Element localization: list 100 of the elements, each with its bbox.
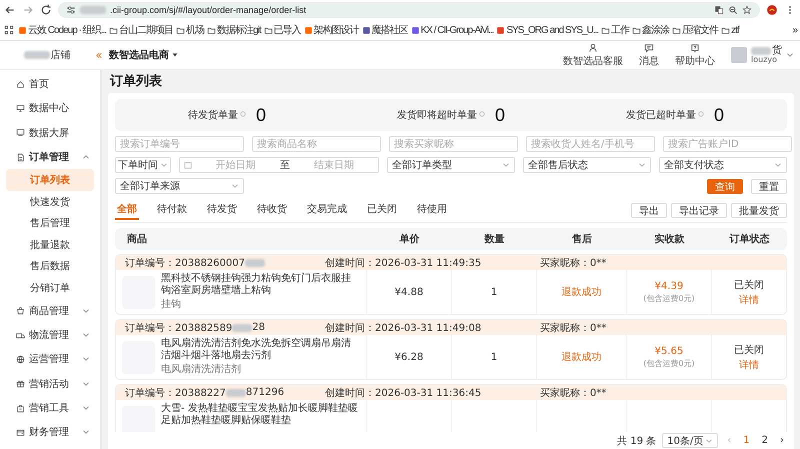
star-icon[interactable] — [742, 5, 752, 15]
sidebar-item[interactable]: 订单管理 — [0, 144, 100, 170]
quantity: 1 — [490, 352, 498, 362]
select-field[interactable]: 全部订单类型 — [386, 157, 515, 173]
bookmark[interactable]: 机场 — [176, 23, 204, 37]
sidebar-subitem[interactable]: 分销订单 — [6, 277, 94, 299]
bookmark[interactable]: 已导入 — [264, 23, 301, 37]
sidebar-item[interactable]: 营销工具 — [0, 396, 100, 420]
product-spec: 电风扇清洗清洁剂 — [161, 362, 242, 376]
paid-amount: ¥5.65 — [654, 346, 684, 356]
home-icon — [16, 80, 25, 89]
status-tab[interactable]: 已关闭 — [365, 200, 399, 220]
profile-avatar-icon[interactable] — [766, 4, 778, 16]
search-field[interactable]: 搜索广告账户ID — [663, 136, 792, 152]
order-number: 871296 — [246, 387, 284, 398]
search-field[interactable]: 搜索买家昵称 — [389, 136, 518, 152]
status-tab[interactable]: 交易完成 — [305, 200, 349, 220]
search-field[interactable]: 搜索商品名称 — [252, 136, 381, 152]
after-sale-status: 退款成功 — [562, 286, 602, 299]
caret-icon — [172, 52, 178, 58]
product-title[interactable]: 大雪- 发热鞋垫暖宝宝发热贴加长暖脚鞋垫暖足贴加热鞋垫暖脚贴保暖鞋垫 — [161, 403, 360, 426]
quantity: 1 — [490, 286, 498, 298]
select-field[interactable]: 全部支付状态 — [658, 157, 787, 173]
calendar-icon — [184, 161, 192, 169]
header-action[interactable]: 数智选品客服 — [555, 42, 631, 68]
sidebar-item[interactable]: 数据大屏 — [0, 120, 100, 145]
store-name: 店铺 — [50, 48, 70, 62]
bookmark[interactable]: 鑫涂涂 — [632, 23, 670, 37]
apps-grid-icon[interactable] — [3, 24, 15, 36]
header-action[interactable]: 帮助中心 — [667, 42, 723, 68]
shipping-note: (包含运费0元) — [643, 292, 695, 304]
sidebar-item[interactable]: 营销活动 — [0, 372, 100, 396]
sidebar-item[interactable]: 数据中心 — [0, 96, 100, 121]
sidebar-item[interactable]: 首页 — [0, 72, 100, 96]
sidebar-subitem[interactable]: 售后管理 — [6, 212, 94, 234]
folder-icon — [601, 26, 610, 34]
monitor-icon — [16, 104, 25, 113]
search-field[interactable]: 搜索收货人姓名/手机号 — [526, 136, 655, 152]
next-page-button[interactable]: › — [777, 435, 787, 446]
reset-button[interactable]: 重置 — [751, 178, 787, 194]
folder-icon — [109, 26, 118, 34]
bookmark[interactable]: 工作 — [601, 23, 630, 37]
bookmark[interactable]: SYS_ORG and SYS_U... — [496, 24, 598, 36]
chevron-down-icon — [774, 161, 782, 169]
toolbar-button[interactable]: 导出记录 — [671, 202, 727, 218]
bookmark[interactable]: 压缩文件 — [672, 23, 718, 37]
bookmark[interactable]: 数据标注git — [207, 23, 261, 37]
gift-icon — [16, 379, 25, 388]
bookmark[interactable]: 云效 Codeup · 组织... — [18, 23, 106, 37]
page-size-select[interactable]: 10条/页 — [662, 433, 718, 448]
toolbar-button[interactable]: 导出 — [631, 202, 667, 218]
site-icon — [304, 26, 313, 34]
translate-icon[interactable] — [714, 5, 724, 15]
sidebar-item[interactable]: 商品管理 — [0, 298, 100, 324]
bookmark[interactable]: ztf — [721, 24, 739, 36]
header-action[interactable]: 消息 — [631, 42, 667, 68]
bookmark[interactable]: 魔搭社区 — [362, 23, 408, 37]
globe-icon — [16, 354, 25, 364]
chevron-down-icon — [638, 161, 646, 169]
select-field[interactable]: 全部售后状态 — [522, 157, 651, 173]
site-settings-icon[interactable] — [66, 5, 76, 15]
status-tab[interactable]: 待发货 — [205, 200, 239, 220]
screen-icon — [16, 128, 25, 138]
briefcase-icon — [16, 404, 25, 413]
sidebar-subitem[interactable]: 售后数据 — [6, 256, 94, 278]
paid-amount: ¥4.39 — [654, 280, 684, 292]
platform-dropdown[interactable]: 数智选品电商 — [109, 48, 178, 62]
toolbar-button[interactable]: 批量发货 — [731, 202, 787, 218]
sidebar-item[interactable]: 运营管理 — [0, 347, 100, 372]
more-bookmarks[interactable]: » — [792, 24, 797, 36]
status-tab[interactable]: 待使用 — [415, 200, 449, 220]
select-field[interactable]: 下单时间 — [115, 157, 171, 173]
zoom-icon[interactable] — [728, 5, 738, 15]
search-field[interactable]: 搜索订单编号 — [115, 136, 244, 152]
chevron-down-icon — [231, 182, 239, 190]
bookmark[interactable]: 架构图设计 — [304, 23, 359, 37]
sidebar-subitem[interactable]: 快速发货 — [6, 190, 94, 212]
stat-label: 发货即将超时单量 — [396, 108, 477, 122]
bookmark[interactable]: 台山二期项目 — [109, 23, 174, 37]
sidebar-item[interactable]: 财务管理 — [0, 420, 100, 445]
chevron-down-icon[interactable] — [786, 50, 794, 59]
order-number: 订单编号：203882589 — [125, 322, 232, 334]
product-title[interactable]: 电风扇清洗清洁剂免水洗免拆空调扇吊扇清洁烟斗烟斗落地扇去污剂 — [161, 338, 360, 361]
sidebar-subitem[interactable]: 批量退款 — [6, 234, 94, 256]
sidebar-item[interactable]: 物流管理 — [0, 323, 100, 348]
order-number: 订单编号：20388227 — [125, 386, 226, 400]
select-field[interactable]: 全部订单来源 — [115, 178, 244, 194]
folder-icon — [176, 26, 186, 34]
bookmark[interactable]: KX / CII-Group-AiVi... — [410, 24, 494, 36]
total-count: 共 19 条 — [617, 434, 656, 448]
reload-icon[interactable] — [40, 4, 52, 16]
product-title[interactable]: 黑科技不锈钢挂钩强力粘钩免钉门后衣服挂钩浴室厨房墙壁墙上粘钩 — [161, 273, 360, 296]
address-bar[interactable]: .cii-group.com/sj/#/layout/order-manage/order-list — [58, 2, 760, 18]
page-button[interactable]: 2 — [758, 435, 771, 446]
created-time: 创建时间：2026-03-31 11:49:35 — [325, 256, 482, 270]
back-icon[interactable] — [4, 4, 16, 16]
status-tab[interactable]: 待收货 — [255, 200, 289, 220]
status-tab[interactable]: 待付款 — [155, 200, 189, 220]
date-range-field[interactable]: 开始日期 至 结束日期 — [178, 157, 379, 173]
collapse-icon[interactable] — [94, 50, 103, 60]
